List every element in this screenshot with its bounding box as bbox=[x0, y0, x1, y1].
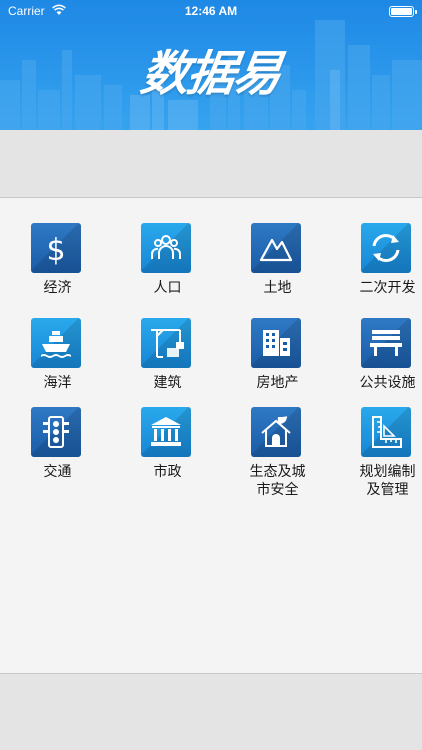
category-tile[interactable] bbox=[361, 223, 411, 273]
refresh-icon bbox=[372, 234, 400, 262]
ruler-icon bbox=[372, 416, 402, 448]
category-item[interactable]: 交通 bbox=[5, 382, 110, 480]
category-item[interactable]: $ 经济 bbox=[5, 198, 110, 296]
category-tile[interactable] bbox=[141, 407, 191, 457]
banner-area bbox=[0, 130, 422, 198]
category-label: 市政 bbox=[153, 464, 182, 480]
category-label: 交通 bbox=[43, 464, 72, 480]
category-tile[interactable] bbox=[361, 318, 411, 368]
app-logo-title: 数据易 bbox=[137, 46, 284, 102]
category-tile[interactable] bbox=[31, 318, 81, 368]
bench-icon bbox=[370, 330, 402, 356]
app-screen: Carrier 12:46 AM 数据易 $ 经济 人口 土地 二次开发海洋 建筑 房地产公… bbox=[0, 0, 422, 750]
government-icon bbox=[151, 417, 181, 446]
category-label: 规划编制 及管理 bbox=[359, 464, 416, 498]
category-tile[interactable] bbox=[251, 318, 301, 368]
svg-text:$: $ bbox=[46, 233, 65, 267]
traffic-light-icon bbox=[43, 416, 69, 448]
crane-icon bbox=[151, 329, 184, 358]
app-header: Carrier 12:46 AM 数据易 bbox=[0, 0, 422, 130]
category-tile[interactable] bbox=[141, 318, 191, 368]
category-tile[interactable] bbox=[141, 223, 191, 273]
dollar-icon: $ bbox=[46, 233, 65, 267]
category-tile[interactable] bbox=[251, 223, 301, 273]
category-item[interactable]: 规划编制 及管理 bbox=[335, 382, 422, 498]
eco-house-icon bbox=[261, 416, 291, 447]
category-item[interactable]: 生态及城 市安全 bbox=[225, 382, 330, 498]
category-tile[interactable]: $ bbox=[31, 223, 81, 273]
category-grid: $ 经济 人口 土地 二次开发海洋 建筑 房地产 公共设施交通 市政 生态及城 市安全 规划编制 及… bbox=[0, 198, 422, 674]
ship-icon bbox=[41, 331, 71, 358]
battery-icon bbox=[389, 6, 417, 17]
category-label: 生态及城 市安全 bbox=[249, 464, 306, 498]
status-bar: Carrier 12:46 AM bbox=[0, 0, 422, 22]
category-tile[interactable] bbox=[31, 407, 81, 457]
category-item[interactable]: 房地产 bbox=[225, 293, 330, 391]
category-item[interactable]: 市政 bbox=[115, 382, 220, 480]
category-tile[interactable] bbox=[251, 407, 301, 457]
category-item[interactable]: 土地 bbox=[225, 198, 330, 296]
category-item[interactable]: 海洋 bbox=[5, 293, 110, 391]
category-item[interactable]: 建筑 bbox=[115, 293, 220, 391]
category-item[interactable]: 二次开发 bbox=[335, 198, 422, 296]
mountain-icon bbox=[259, 238, 293, 262]
category-tile[interactable] bbox=[361, 407, 411, 457]
category-item[interactable]: 公共设施 bbox=[335, 293, 422, 391]
building-icon bbox=[263, 330, 290, 356]
people-icon bbox=[151, 235, 181, 259]
status-time: 12:46 AM bbox=[184, 4, 238, 18]
category-item[interactable]: 人口 bbox=[115, 198, 220, 296]
footer-area bbox=[0, 675, 422, 750]
